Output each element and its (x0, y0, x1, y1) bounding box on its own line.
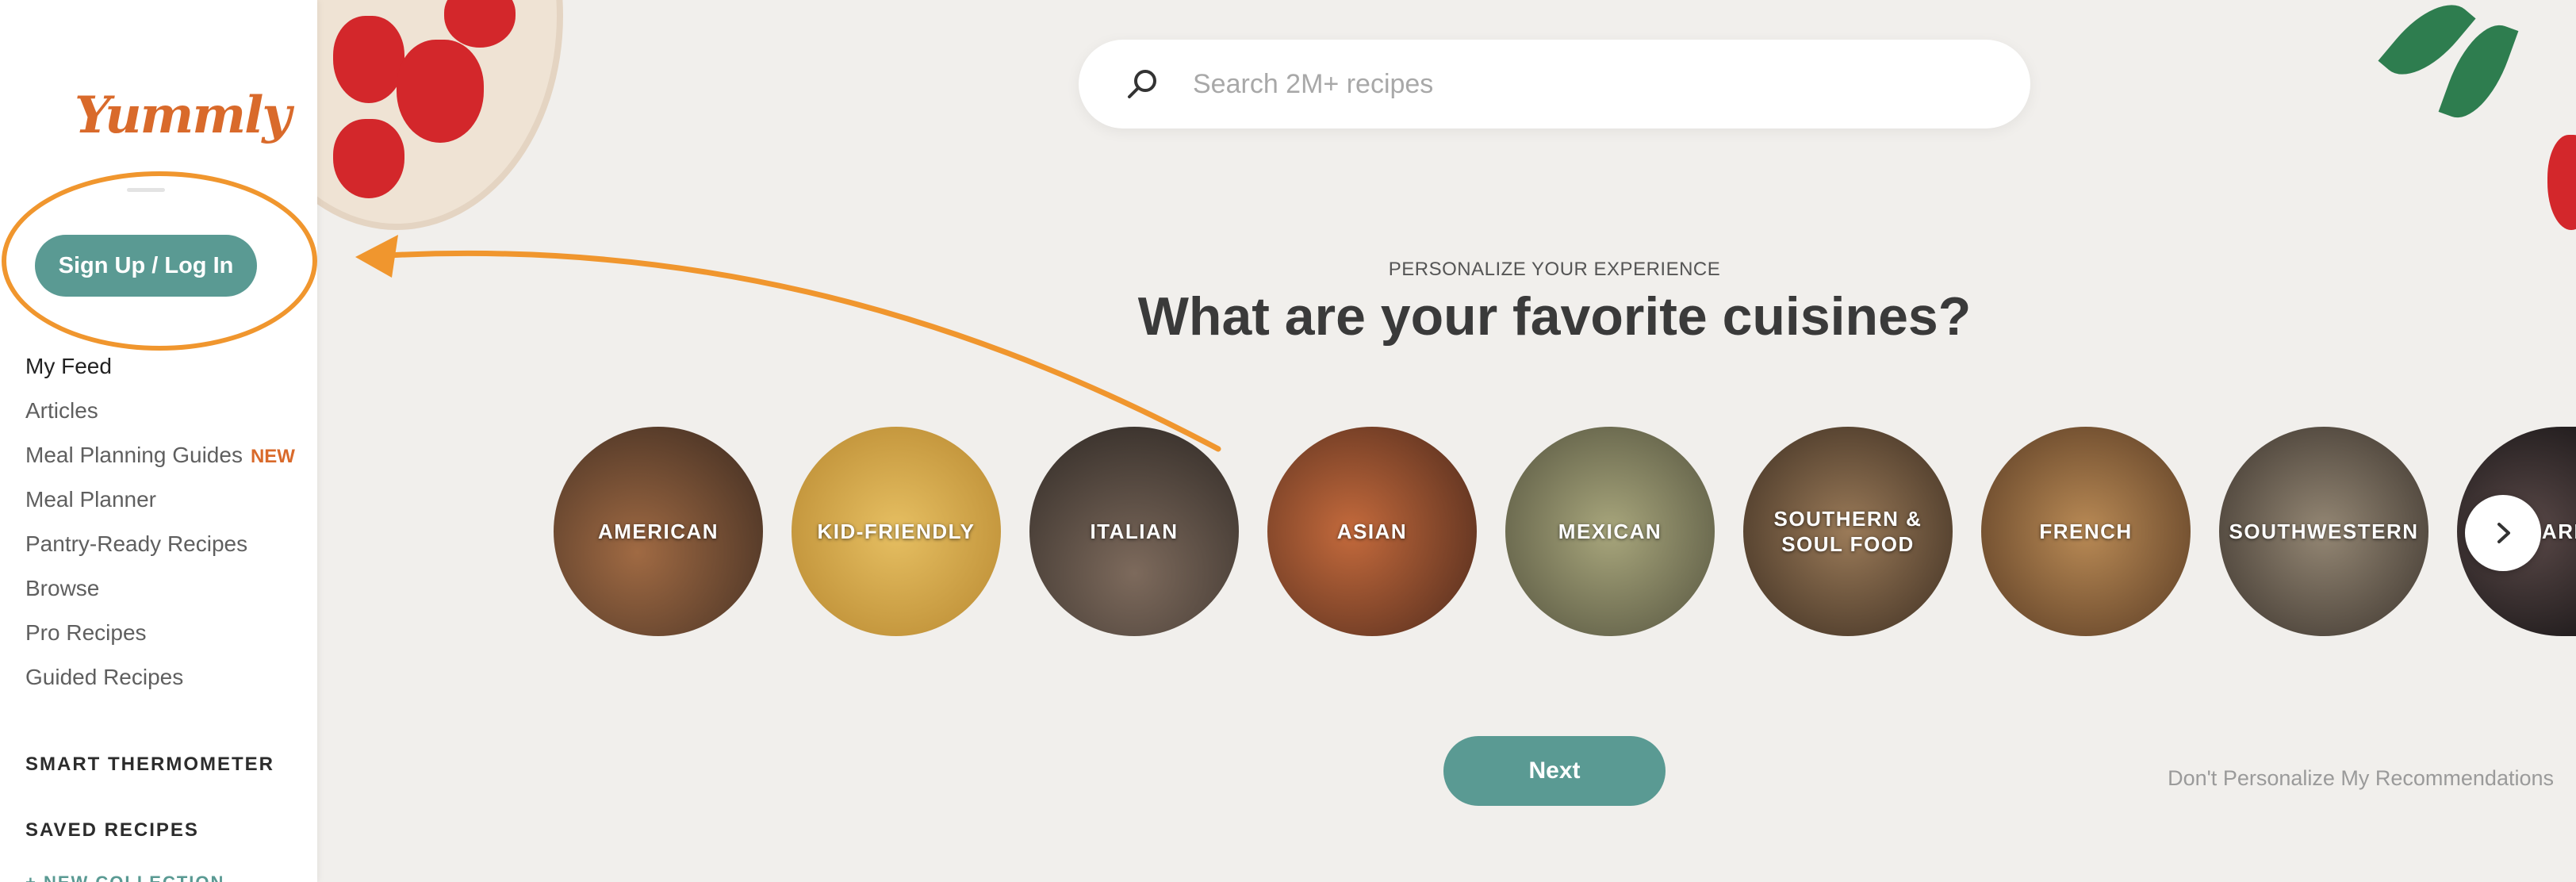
logo-divider (127, 188, 165, 192)
cuisine-american[interactable]: AMERICAN (554, 427, 763, 636)
strawberry-decoration (2547, 135, 2576, 230)
cuisine-label: MEXICAN (1558, 520, 1662, 543)
sidebar-item-label: Browse (25, 576, 100, 600)
sidebar-item-label: Meal Planning Guides (25, 443, 243, 467)
cuisine-label: ITALIAN (1090, 520, 1179, 543)
strawberry-decoration (397, 40, 484, 143)
cuisine-label: KID-FRIENDLY (817, 520, 976, 543)
cuisine-kid-friendly[interactable]: KID-FRIENDLY (792, 427, 1001, 636)
sidebar-item-label: Meal Planner (25, 487, 156, 512)
cuisine-french[interactable]: FRENCH (1981, 427, 2191, 636)
cuisine-italian[interactable]: ITALIAN (1029, 427, 1239, 636)
dont-personalize-link[interactable]: Don't Personalize My Recommendations (2126, 766, 2554, 791)
cuisine-southern-soul-food[interactable]: SOUTHERN & SOUL FOOD (1743, 427, 1953, 636)
new-collection-link[interactable]: + NEW COLLECTION (25, 872, 224, 882)
next-button[interactable]: Next (1443, 736, 1666, 806)
page-title: What are your favorite cuisines? (1137, 286, 1972, 347)
smart-thermometer-heading[interactable]: SMART THERMOMETER (25, 754, 274, 776)
sidebar-item-label: Articles (25, 398, 98, 423)
cuisine-label: SOUTHERN & SOUL FOOD (1773, 507, 1922, 556)
new-badge: NEW (250, 446, 295, 467)
cuisine-label: SOUTHWESTERN (2229, 520, 2419, 543)
sidebar-item-meal-planner[interactable]: Meal Planner (25, 482, 295, 527)
sidebar-item-meal-planning-guides[interactable]: Meal Planning Guides NEW (25, 438, 295, 482)
sidebar: Yummly Sign Up / Log In My Feed Articles… (0, 0, 317, 882)
sidebar-item-pantry-ready-recipes[interactable]: Pantry-Ready Recipes (25, 527, 295, 571)
saved-recipes-heading[interactable]: SAVED RECIPES (25, 819, 199, 842)
search-input[interactable] (1193, 62, 1986, 106)
sidebar-item-guided-recipes[interactable]: Guided Recipes (25, 660, 295, 704)
sidebar-item-label: Guided Recipes (25, 665, 184, 689)
sidebar-item-label: My Feed (25, 354, 112, 378)
cuisine-southwestern[interactable]: SOUTHWESTERN (2219, 427, 2428, 636)
cuisine-asian[interactable]: ASIAN (1267, 427, 1477, 636)
sidebar-item-label: Pantry-Ready Recipes (25, 531, 248, 556)
sidebar-item-my-feed[interactable]: My Feed (25, 349, 295, 393)
chevron-right-icon (2497, 523, 2510, 543)
carousel-next-button[interactable] (2465, 495, 2541, 571)
cuisine-label: FRENCH (2039, 520, 2133, 543)
personalize-eyebrow: PERSONALIZE YOUR EXPERIENCE (1388, 259, 1721, 280)
strawberry-decoration (333, 16, 404, 103)
search-icon (1128, 70, 1156, 98)
search-bar[interactable] (1079, 40, 2030, 128)
sidebar-item-pro-recipes[interactable]: Pro Recipes (25, 615, 295, 660)
sidebar-item-label: Pro Recipes (25, 620, 147, 645)
sidebar-nav: My Feed Articles Meal Planning Guides NEW… (25, 349, 295, 704)
sidebar-item-browse[interactable]: Browse (25, 571, 295, 615)
cuisine-label: ASIAN (1336, 520, 1408, 543)
cuisine-label: AMERICAN (597, 520, 719, 543)
yummly-logo[interactable]: Yummly (75, 86, 292, 145)
cuisine-mexican[interactable]: MEXICAN (1505, 427, 1715, 636)
strawberry-decoration (333, 119, 404, 198)
signup-login-button[interactable]: Sign Up / Log In (35, 235, 257, 297)
sidebar-item-articles[interactable]: Articles (25, 393, 295, 438)
